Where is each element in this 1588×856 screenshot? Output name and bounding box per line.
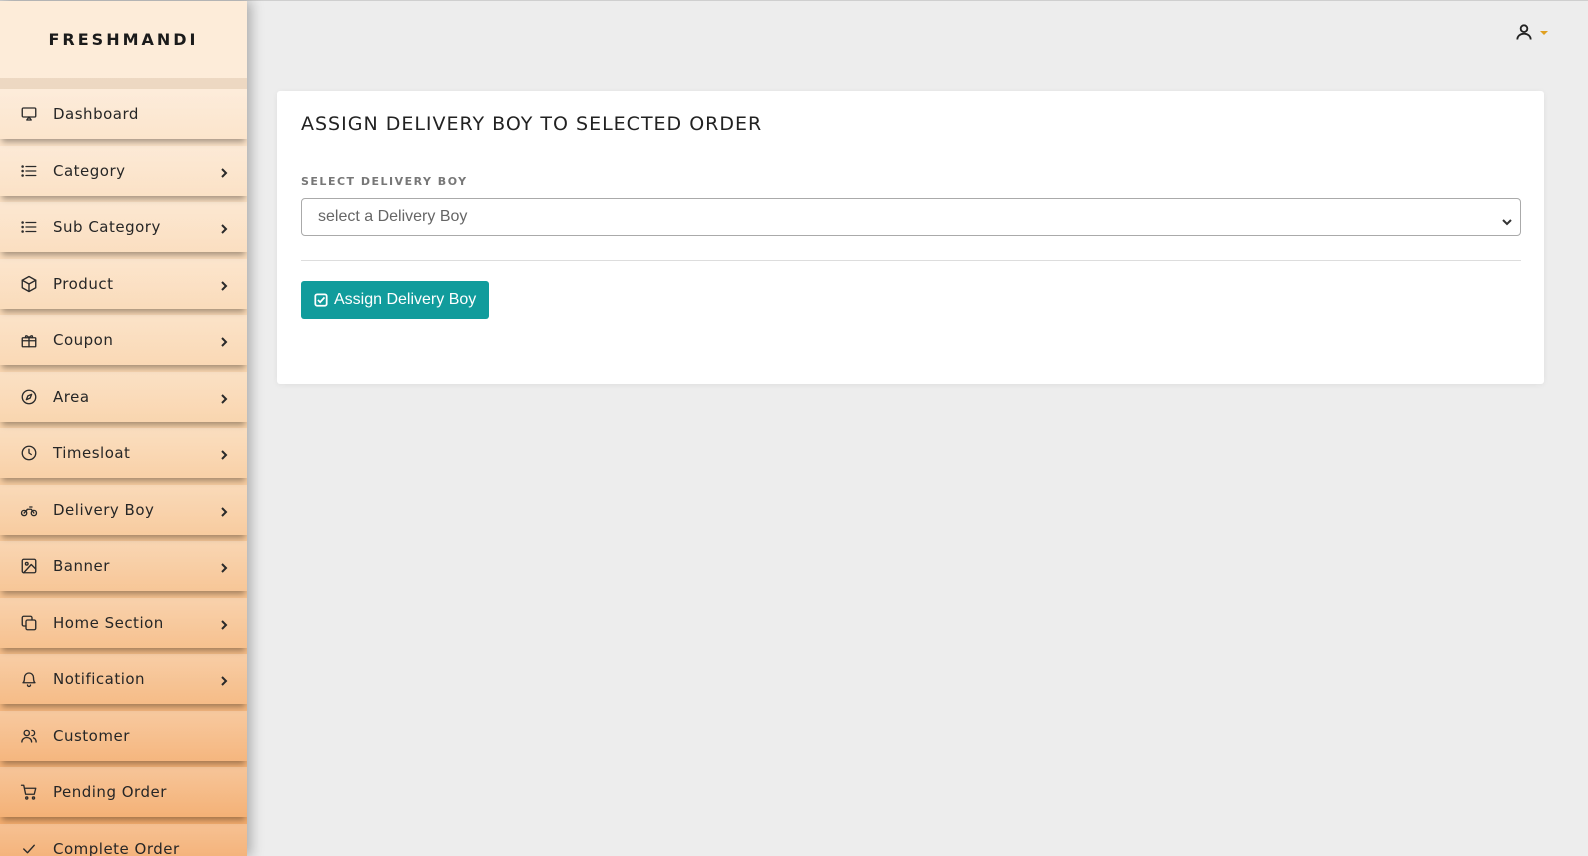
sidebar-item-sub-category[interactable]: Sub Category	[0, 202, 247, 259]
sidebar-nav: Dashboard Category Sub Category Product Coup…	[0, 89, 247, 856]
check-square-icon	[314, 293, 328, 307]
sidebar-item-label: Dashboard	[53, 105, 139, 124]
sidebar-item-label: Home Section	[53, 613, 164, 632]
sidebar-item-label: Delivery Boy	[53, 500, 155, 519]
chevron-right-icon	[219, 615, 229, 630]
check-icon	[19, 839, 39, 856]
image-icon	[19, 556, 39, 576]
chevron-right-icon	[219, 163, 229, 178]
sidebar-item-label: Area	[53, 387, 90, 406]
sidebar: FRESHMANDI Dashboard Category Sub Category…	[0, 1, 247, 856]
sidebar-item-area[interactable]: Area	[0, 371, 247, 429]
chevron-right-icon	[219, 389, 229, 404]
sidebar-item-pending-order[interactable]: Pending Order	[0, 767, 247, 824]
sidebar-item-label: Category	[53, 161, 126, 180]
caret-down-icon	[1540, 31, 1548, 35]
sidebar-item-notification[interactable]: Notification	[0, 654, 247, 711]
sidebar-item-home-section[interactable]: Home Section	[0, 597, 247, 655]
sidebar-item-label: Notification	[53, 670, 146, 689]
sidebar-item-coupon[interactable]: Coupon	[0, 315, 247, 372]
assign-card: ASSIGN DELIVERY BOY TO SELECTED ORDER SE…	[277, 91, 1544, 384]
chevron-right-icon	[219, 558, 229, 573]
sidebar-item-timesloat[interactable]: Timesloat	[0, 428, 247, 485]
monitor-icon	[19, 104, 39, 124]
user-icon	[1516, 24, 1532, 40]
sidebar-item-customer[interactable]: Customer	[0, 710, 247, 768]
sidebar-item-category[interactable]: Category	[0, 145, 247, 203]
gift-icon	[19, 330, 39, 350]
sidebar-item-dashboard[interactable]: Dashboard	[0, 89, 247, 146]
package-icon	[19, 274, 39, 294]
cart-icon	[19, 782, 39, 802]
delivery-boy-select[interactable]: select a Delivery Boy	[301, 198, 1521, 236]
chevron-right-icon	[219, 276, 229, 291]
sidebar-item-label: Pending Order	[53, 783, 167, 802]
assign-delivery-boy-button[interactable]: Assign Delivery Boy	[301, 281, 490, 319]
sidebar-item-label: Customer	[53, 726, 130, 745]
clock-icon	[19, 443, 39, 463]
chevron-right-icon	[219, 445, 229, 460]
sidebar-item-complete-order[interactable]: Complete Order	[0, 823, 247, 856]
brand-divider	[0, 78, 247, 89]
brand-logo[interactable]: FRESHMANDI	[0, 1, 247, 78]
sidebar-item-label: Banner	[53, 557, 110, 576]
sidebar-item-label: Sub Category	[53, 218, 161, 237]
sidebar-item-label: Coupon	[53, 331, 114, 350]
chevron-right-icon	[219, 219, 229, 234]
select-label: SELECT DELIVERY BOY	[301, 175, 468, 188]
list-icon	[19, 217, 39, 237]
delivery-boy-select-wrap: select a Delivery Boy	[301, 198, 1521, 236]
compass-icon	[19, 387, 39, 407]
user-menu[interactable]	[1514, 22, 1548, 42]
motorcycle-icon	[19, 500, 39, 520]
chevron-down-icon	[1502, 212, 1512, 226]
sidebar-item-delivery-boy[interactable]: Delivery Boy	[0, 484, 247, 542]
sidebar-item-label: Timesloat	[53, 444, 131, 463]
chevron-right-icon	[219, 332, 229, 347]
users-icon	[19, 726, 39, 746]
page-title: ASSIGN DELIVERY BOY TO SELECTED ORDER	[301, 113, 763, 135]
sidebar-item-label: Complete Order	[53, 839, 180, 856]
sidebar-item-product[interactable]: Product	[0, 258, 247, 316]
sidebar-item-label: Product	[53, 274, 114, 293]
copy-icon	[19, 613, 39, 633]
sidebar-item-banner[interactable]: Banner	[0, 541, 247, 598]
divider	[301, 260, 1521, 261]
list-icon	[19, 161, 39, 181]
bell-icon	[19, 669, 39, 689]
select-value: select a Delivery Boy	[318, 208, 468, 225]
chevron-right-icon	[219, 671, 229, 686]
assign-button-label: Assign Delivery Boy	[334, 291, 477, 308]
chevron-right-icon	[219, 502, 229, 517]
